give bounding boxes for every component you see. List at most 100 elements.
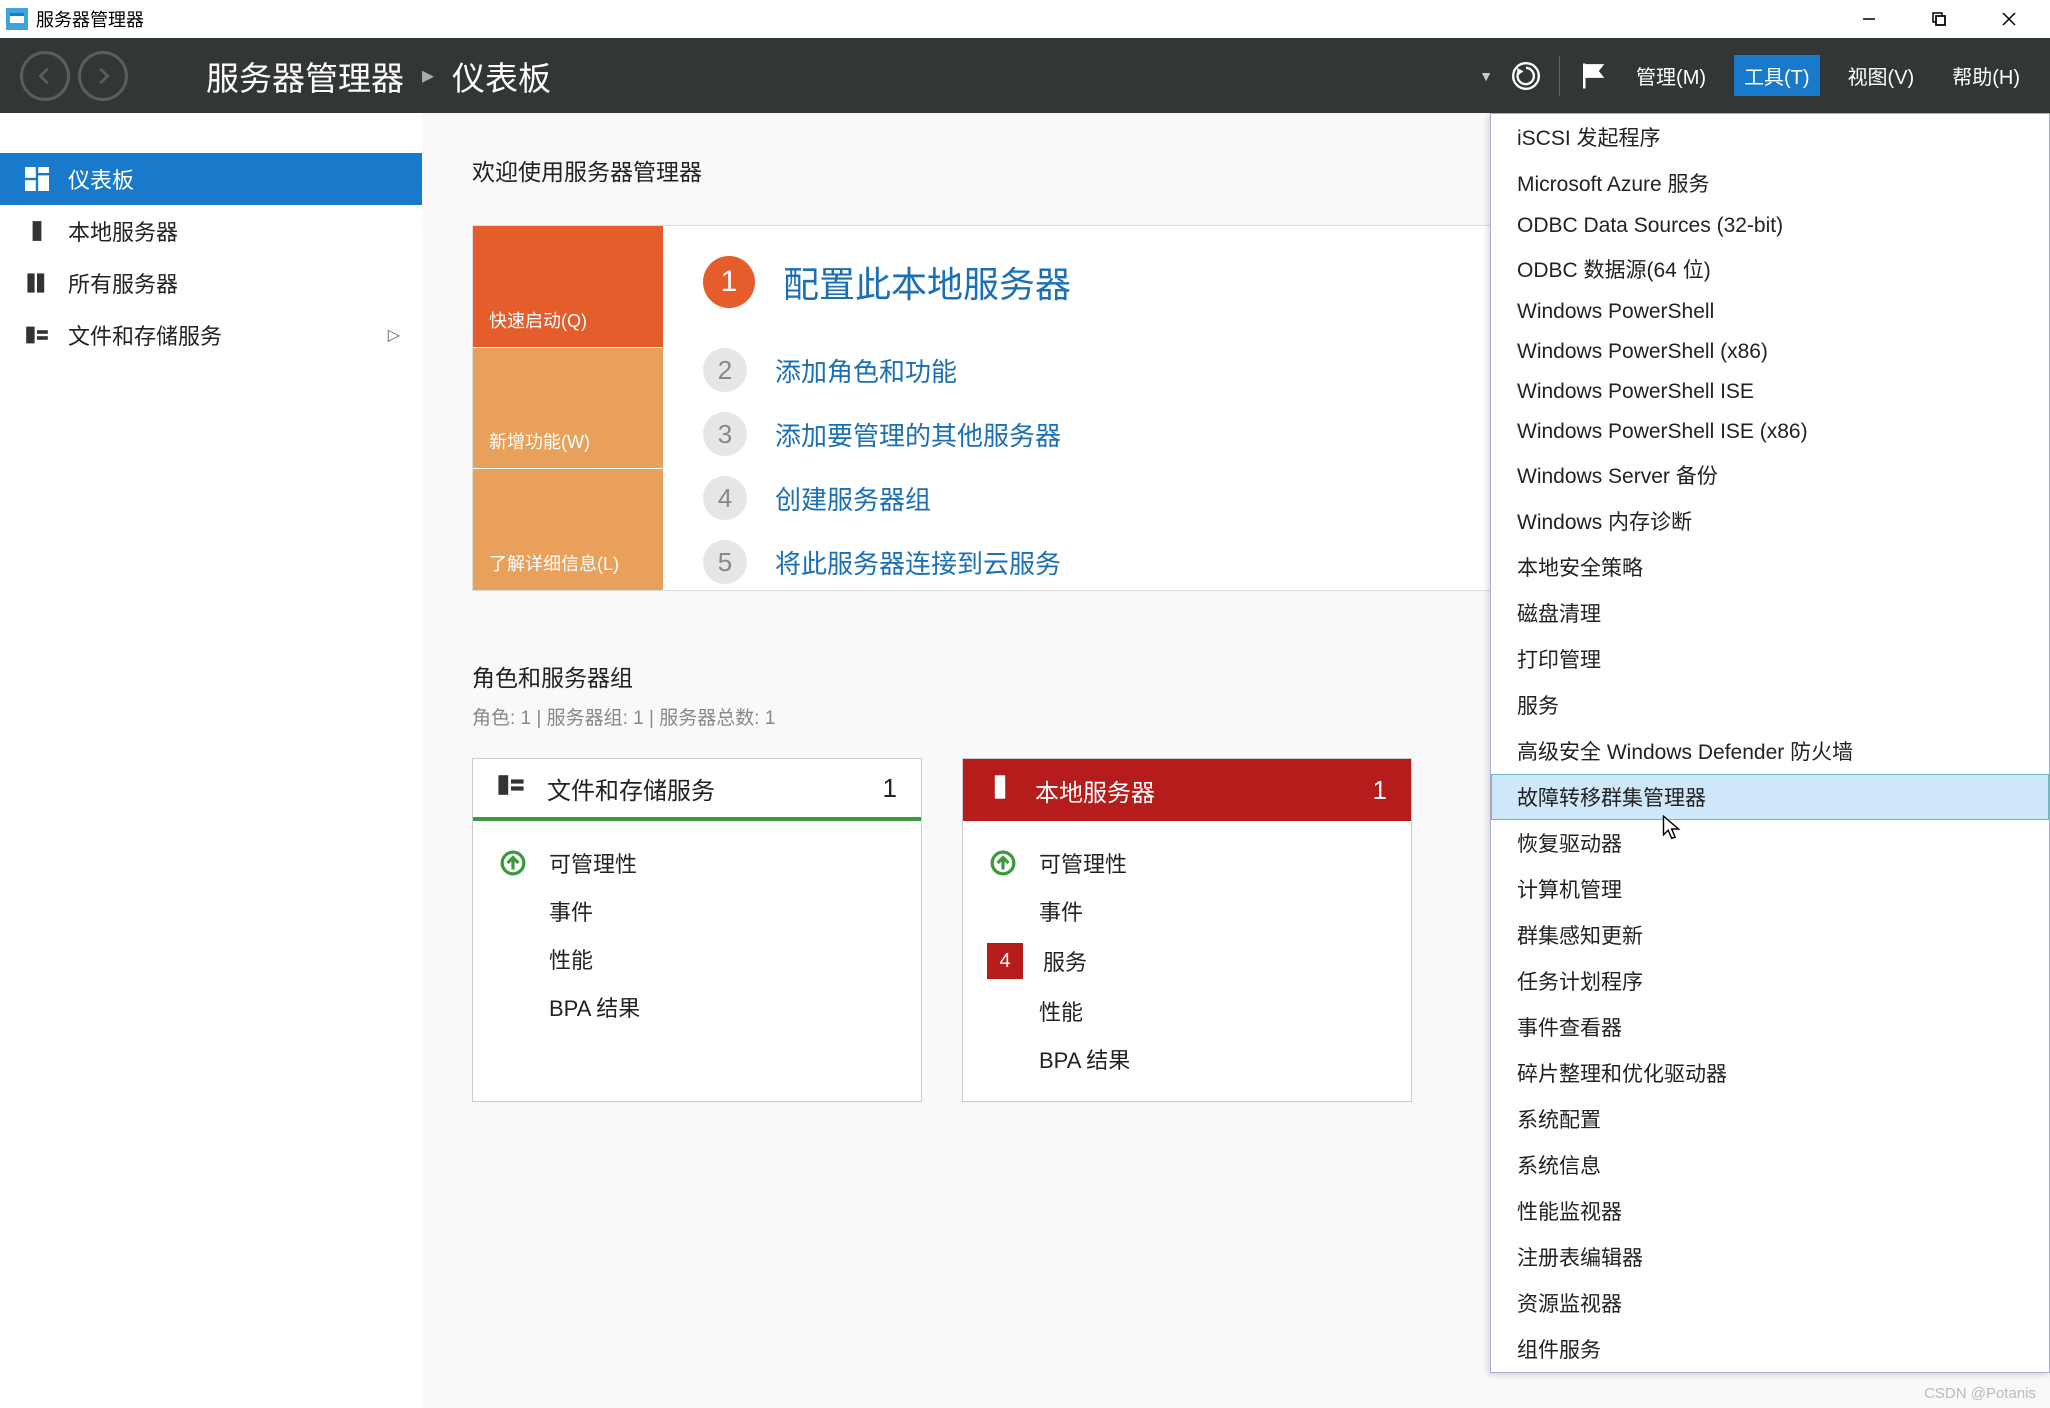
menu-manage[interactable]: 管理(M): [1626, 55, 1716, 96]
sidebar-item-all-servers[interactable]: 所有服务器: [0, 257, 422, 309]
tools-menu-item[interactable]: 碎片整理和优化驱动器: [1491, 1050, 2049, 1096]
menu-view[interactable]: 视图(V): [1838, 55, 1925, 96]
role-tile[interactable]: 本地服务器 1 可管理性事件 4服务性能 BPA 结果: [962, 758, 1412, 1102]
tile-row[interactable]: 可管理性: [987, 839, 1387, 887]
tile-row[interactable]: 性能: [497, 935, 897, 983]
tools-dropdown: iSCSI 发起程序Microsoft Azure 服务ODBC Data So…: [1490, 113, 2050, 1373]
role-tile[interactable]: 文件和存储服务 1 可管理性事件性能 BPA 结果: [472, 758, 922, 1102]
tile-title: 本地服务器: [1035, 773, 1155, 808]
tools-menu-item[interactable]: 故障转移群集管理器: [1491, 774, 2049, 820]
tile-title: 文件和存储服务: [547, 771, 715, 806]
minimize-button[interactable]: [1834, 0, 1904, 38]
tile-row[interactable]: BPA 结果: [497, 983, 897, 1031]
step-number: 3: [703, 412, 747, 456]
tools-menu-item[interactable]: 系统信息: [1491, 1142, 2049, 1188]
breadcrumb-page[interactable]: 仪表板: [452, 52, 551, 100]
tile-row[interactable]: 性能: [987, 987, 1387, 1035]
tile-row[interactable]: 4服务: [987, 935, 1387, 987]
flag-icon[interactable]: [1578, 61, 1608, 91]
tools-menu-item[interactable]: 恢复驱动器: [1491, 820, 2049, 866]
sidebar-item-label: 仪表板: [68, 163, 134, 195]
tools-menu-item[interactable]: Windows 内存诊断: [1491, 498, 2049, 544]
sidebar-item-local-server[interactable]: 本地服务器: [0, 205, 422, 257]
sidebar-item-label: 本地服务器: [68, 215, 178, 247]
sidebar-item-file-storage[interactable]: 文件和存储服务 ▷: [0, 309, 422, 361]
breadcrumb-app[interactable]: 服务器管理器: [206, 52, 404, 100]
tools-menu-item[interactable]: 事件查看器: [1491, 1004, 2049, 1050]
tile-row[interactable]: 可管理性: [497, 839, 897, 887]
tools-menu-item[interactable]: 群集感知更新: [1491, 912, 2049, 958]
tools-menu-item[interactable]: Windows PowerShell: [1491, 292, 2049, 332]
refresh-button[interactable]: [1511, 61, 1541, 91]
tile-row[interactable]: BPA 结果: [987, 1035, 1387, 1083]
tile-row-label: 可管理性: [1039, 847, 1127, 879]
tools-menu-item[interactable]: Microsoft Azure 服务: [1491, 160, 2049, 206]
tools-menu-item[interactable]: ODBC 数据源(64 位): [1491, 246, 2049, 292]
dashboard-icon: [24, 166, 50, 192]
tools-menu-item[interactable]: 打印管理: [1491, 636, 2049, 682]
chevron-right-icon: ▷: [388, 325, 400, 345]
servers-icon: [24, 270, 50, 296]
tools-menu-item[interactable]: Windows PowerShell ISE (x86): [1491, 412, 2049, 452]
tools-menu-item[interactable]: 注册表编辑器: [1491, 1234, 2049, 1280]
tools-menu-item[interactable]: 计算机管理: [1491, 866, 2049, 912]
tools-menu-item[interactable]: 资源监视器: [1491, 1280, 2049, 1326]
tile-count: 1: [1373, 775, 1387, 806]
sidebar-item-dashboard[interactable]: 仪表板: [0, 153, 422, 205]
tile-row-label: BPA 结果: [1039, 1043, 1130, 1075]
tools-menu-item[interactable]: Windows Server 备份: [1491, 452, 2049, 498]
storage-icon: [497, 771, 525, 806]
storage-icon: [24, 322, 50, 348]
step-label: 添加角色和功能: [775, 352, 957, 389]
quickstart-tab[interactable]: 快速启动(Q): [473, 226, 663, 348]
learnmore-tab[interactable]: 了解详细信息(L): [473, 469, 663, 590]
tools-menu-item[interactable]: 组件服务: [1491, 1326, 2049, 1372]
server-icon: [987, 774, 1013, 807]
tile-row-label: 性能: [549, 943, 593, 975]
whatsnew-tab[interactable]: 新增功能(W): [473, 348, 663, 470]
tools-menu-item[interactable]: 服务: [1491, 682, 2049, 728]
nav-back-button[interactable]: [20, 51, 70, 101]
tile-row-label: 事件: [1039, 895, 1083, 927]
close-button[interactable]: [1974, 0, 2044, 38]
tools-menu-item[interactable]: iSCSI 发起程序: [1491, 114, 2049, 160]
tools-menu-item[interactable]: 性能监视器: [1491, 1188, 2049, 1234]
sidebar-item-label: 文件和存储服务: [68, 319, 222, 351]
tools-menu-item[interactable]: Windows PowerShell ISE: [1491, 372, 2049, 412]
window-controls: [1834, 0, 2044, 38]
tools-menu-item[interactable]: 任务计划程序: [1491, 958, 2049, 1004]
arrow-up-icon: [987, 847, 1019, 879]
header-bar: 服务器管理器 ▸ 仪表板 ▼ 管理(M) 工具(T) 视图(V) 帮助(H): [0, 38, 2050, 113]
step-label: 添加要管理的其他服务器: [775, 416, 1061, 453]
titlebar: 服务器管理器: [0, 0, 2050, 38]
step-label: 将此服务器连接到云服务: [775, 544, 1061, 581]
tools-menu-item[interactable]: 系统配置: [1491, 1096, 2049, 1142]
nav-forward-button[interactable]: [78, 51, 128, 101]
step-label: 创建服务器组: [775, 480, 931, 517]
tile-row-label: 事件: [549, 895, 593, 927]
app-icon: [6, 8, 28, 30]
tools-menu-item[interactable]: 磁盘清理: [1491, 590, 2049, 636]
menu-tools[interactable]: 工具(T): [1734, 55, 1820, 96]
tile-header: 文件和存储服务 1: [473, 759, 921, 821]
tools-menu-item[interactable]: Windows PowerShell (x86): [1491, 332, 2049, 372]
dropdown-caret-icon[interactable]: ▼: [1479, 68, 1493, 84]
tools-menu-item[interactable]: ODBC Data Sources (32-bit): [1491, 206, 2049, 246]
tile-row[interactable]: 事件: [497, 887, 897, 935]
sidebar-item-label: 所有服务器: [68, 267, 178, 299]
breadcrumb: 服务器管理器 ▸ 仪表板: [206, 52, 551, 100]
divider: [1559, 56, 1560, 96]
maximize-button[interactable]: [1904, 0, 1974, 38]
tile-count: 1: [883, 773, 897, 804]
step-number: 5: [703, 540, 747, 584]
alert-badge: 4: [987, 943, 1023, 979]
step-label: 配置此本地服务器: [783, 256, 1071, 308]
arrow-up-icon: [497, 847, 529, 879]
tools-menu-item[interactable]: 本地安全策略: [1491, 544, 2049, 590]
tile-row[interactable]: 事件: [987, 887, 1387, 935]
tools-menu-item[interactable]: 高级安全 Windows Defender 防火墙: [1491, 728, 2049, 774]
watermark: CSDN @Potanis: [1924, 1385, 2036, 1402]
tile-row-label: BPA 结果: [549, 991, 640, 1023]
server-icon: [24, 218, 50, 244]
menu-help[interactable]: 帮助(H): [1942, 55, 2030, 96]
